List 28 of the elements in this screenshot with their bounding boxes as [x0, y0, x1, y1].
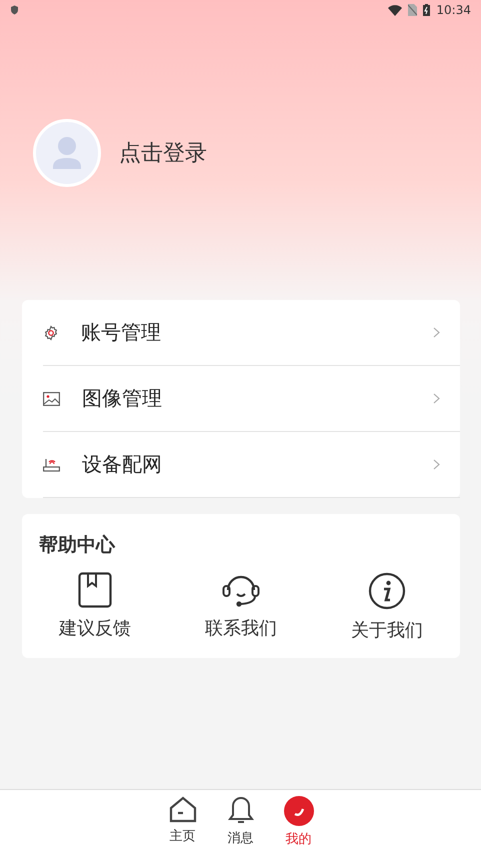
avatar[interactable] [33, 119, 101, 187]
login-link[interactable]: 点击登录 [119, 138, 207, 168]
wifi-icon [388, 4, 402, 16]
bookmark-icon [78, 572, 112, 608]
menu-item[interactable]: 图像管理 [43, 366, 460, 432]
battery-icon [423, 4, 430, 16]
status-time: 10:34 [436, 3, 471, 17]
help-link[interactable]: 联系我们 [205, 616, 277, 640]
info-icon [368, 572, 406, 610]
chevron-icon [433, 327, 440, 338]
menu-item[interactable]: 账号管理 [43, 300, 460, 366]
gear-icon [43, 324, 59, 340]
section-title: 帮助中心 [38, 533, 116, 558]
chevron-icon [433, 393, 440, 404]
bell-icon [228, 796, 254, 825]
house-icon [168, 796, 196, 823]
nav-tab[interactable]: 消息 [224, 790, 258, 856]
help-link[interactable]: 建议反馈 [59, 616, 131, 640]
nav-tab[interactable]: 我的 [282, 790, 316, 856]
nav-tab[interactable]: 主页 [166, 790, 200, 856]
no-sim-icon [408, 4, 418, 16]
shield-icon [10, 5, 19, 15]
image-icon [43, 392, 60, 406]
smile-icon [284, 796, 314, 826]
chevron-icon [433, 459, 440, 470]
router-icon [43, 457, 60, 472]
help-link[interactable]: 关于我们 [351, 618, 423, 642]
menu-item[interactable]: 设备配网 [43, 432, 460, 498]
